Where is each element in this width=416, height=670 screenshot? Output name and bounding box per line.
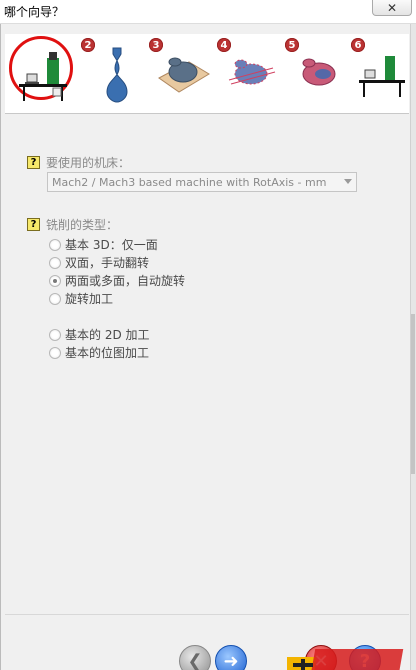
radio-label: 双面，手动翻转 [65, 256, 150, 270]
radio-label: 旋转加工 [65, 292, 114, 306]
back-arrow-icon: ❮ [187, 650, 203, 670]
radio-button[interactable] [49, 292, 61, 305]
milling-section-label: ? 铣削的类型： [27, 216, 118, 233]
radio-option-basic-3d[interactable]: 基本 3D：仅一面 [49, 236, 158, 253]
radio-button[interactable] [49, 346, 61, 359]
window-title: 哪个向导？ [4, 5, 65, 19]
wizard-content: ? 要使用的机床： Mach2 / Mach3 based machine wi… [5, 114, 409, 614]
radio-label: 基本的位图加工 [65, 346, 150, 360]
machine-icon [19, 52, 67, 101]
step-1[interactable] [5, 34, 73, 110]
milling-label: 铣削的类型： [46, 218, 119, 232]
title-bar: 哪个向导？ ✕ [0, 0, 416, 24]
chevron-down-icon [344, 179, 352, 184]
radio-label: 两面或多面，自动旋转 [65, 274, 186, 288]
radio-option-bitmap[interactable]: 基本的位图加工 [49, 344, 149, 361]
radio-label: 基本的 2D 加工 [65, 328, 150, 342]
radio-option-basic-2d[interactable]: 基本的 2D 加工 [49, 326, 150, 343]
radio-button[interactable] [49, 238, 61, 251]
step-4[interactable]: 4 [213, 34, 279, 110]
close-button[interactable]: ✕ [372, 0, 412, 16]
radio-button[interactable] [49, 328, 61, 341]
machine-small-icon [359, 56, 405, 97]
close-icon: ✕ [386, 0, 398, 15]
wizard-window: 2 3 4 5 6 ? 要使用的机床： Mach2 / Mach3 based … [0, 24, 416, 670]
scrollbar-thumb[interactable] [411, 314, 415, 474]
radio-button-checked[interactable] [49, 274, 61, 287]
machine-section-label: ? 要使用的机床： [27, 154, 130, 171]
next-button[interactable]: ➜ [215, 645, 247, 670]
vase-icon [106, 47, 128, 103]
right-edge-scrollbar[interactable] [410, 24, 416, 670]
wizard-navigation: ❮ ➜ ✕ ? [5, 614, 409, 670]
step-6[interactable]: 6 [347, 34, 413, 110]
machine-select[interactable]: Mach2 / Mach3 based machine with RotAxis… [47, 172, 357, 192]
forward-arrow-icon: ➜ [223, 650, 239, 670]
watermark-logo [287, 649, 404, 670]
radio-label: 基本 3D：仅一面 [65, 238, 158, 252]
step-5[interactable]: 5 [281, 34, 347, 110]
help-icon[interactable]: ? [27, 218, 40, 231]
radio-option-rotary[interactable]: 旋转加工 [49, 290, 113, 307]
vase-block-icon [158, 57, 210, 93]
back-button[interactable]: ❮ [179, 645, 211, 670]
vase-wire-icon [228, 59, 276, 85]
machine-select-value: Mach2 / Mach3 based machine with RotAxis… [52, 175, 327, 189]
step-3[interactable]: 3 [145, 34, 211, 110]
radio-button[interactable] [49, 256, 61, 269]
wizard-steps-bar: 2 3 4 5 6 [5, 34, 409, 114]
machine-label: 要使用的机床： [46, 156, 131, 170]
radio-option-two-sided-manual[interactable]: 双面，手动翻转 [49, 254, 149, 271]
help-icon[interactable]: ? [27, 156, 40, 169]
vase-shaded-icon [302, 58, 336, 86]
radio-option-multi-sided-auto[interactable]: 两面或多面，自动旋转 [49, 272, 185, 289]
step-2[interactable]: 2 [77, 34, 143, 110]
